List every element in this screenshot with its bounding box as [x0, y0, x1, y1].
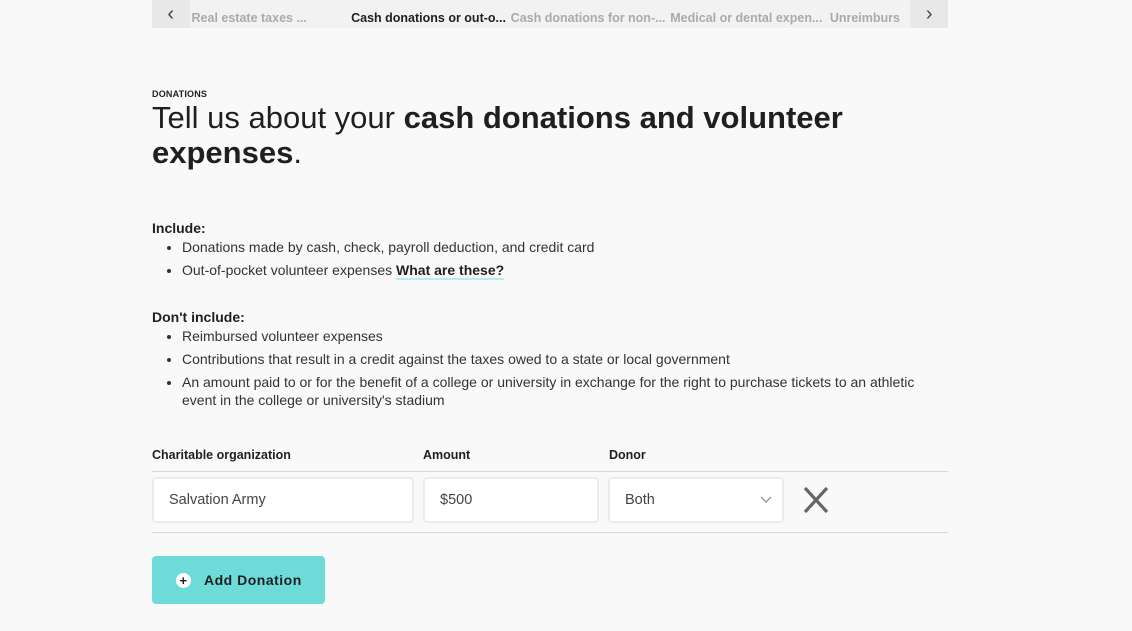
exclude-heading: Don't include:	[152, 309, 245, 325]
what-are-these-link[interactable]: What are these?	[396, 262, 505, 280]
list-item: Donations made by cash, check, payroll d…	[182, 238, 594, 256]
tab-cash-donations-out-of-pocket[interactable]: Cash donations or out-o...	[349, 11, 509, 25]
add-donation-button[interactable]: + Add Donation	[152, 556, 325, 604]
divider	[152, 471, 948, 472]
column-donor: Donor	[609, 448, 646, 462]
include-heading: Include:	[152, 220, 206, 236]
list-item: Out-of-pocket volunteer expenses What ar…	[182, 261, 594, 280]
plus-circle-icon: +	[176, 572, 191, 588]
exclude-section: Don't include: Reimbursed volunteer expe…	[152, 309, 942, 409]
chevron-left-icon[interactable]: ‹	[152, 0, 190, 28]
remove-row-icon[interactable]	[800, 484, 832, 516]
tab-real-estate-taxes[interactable]: Real estate taxes ...	[190, 11, 350, 25]
page-title: Tell us about your cash donations and vo…	[152, 100, 912, 170]
column-organization: Charitable organization	[152, 448, 291, 462]
list-item: An amount paid to or for the benefit of …	[182, 373, 942, 409]
divider	[152, 532, 948, 533]
title-end: .	[293, 135, 302, 170]
tab-medical-dental[interactable]: Medical or dental expen...	[668, 11, 828, 25]
category-tabs: ‹ Real estate taxes ... Cash donations o…	[152, 0, 948, 28]
section-eyebrow: DONATIONS	[152, 89, 208, 99]
list-item: Reimbursed volunteer expenses	[182, 327, 942, 345]
organization-input[interactable]: Salvation Army	[152, 477, 414, 523]
add-donation-label: Add Donation	[204, 572, 302, 588]
list-item-text: Out-of-pocket volunteer expenses	[182, 262, 397, 278]
list-item: Contributions that result in a credit ag…	[182, 350, 942, 368]
title-light: Tell us about your	[152, 100, 404, 135]
donor-value: Both	[625, 492, 655, 508]
column-amount: Amount	[423, 448, 471, 462]
tab-cash-donations-non-profit[interactable]: Cash donations for non-...	[509, 11, 669, 25]
chevron-right-icon[interactable]: ›	[910, 0, 948, 28]
donor-select[interactable]: Both	[608, 477, 784, 523]
list-item-text: Donations made by cash, check, payroll d…	[182, 239, 595, 255]
amount-input[interactable]: $500	[423, 477, 599, 523]
tab-unreimbursed[interactable]: Unreimburs	[828, 11, 911, 25]
include-section: Include: Donations made by cash, check, …	[152, 220, 594, 284]
chevron-down-icon	[760, 496, 772, 503]
